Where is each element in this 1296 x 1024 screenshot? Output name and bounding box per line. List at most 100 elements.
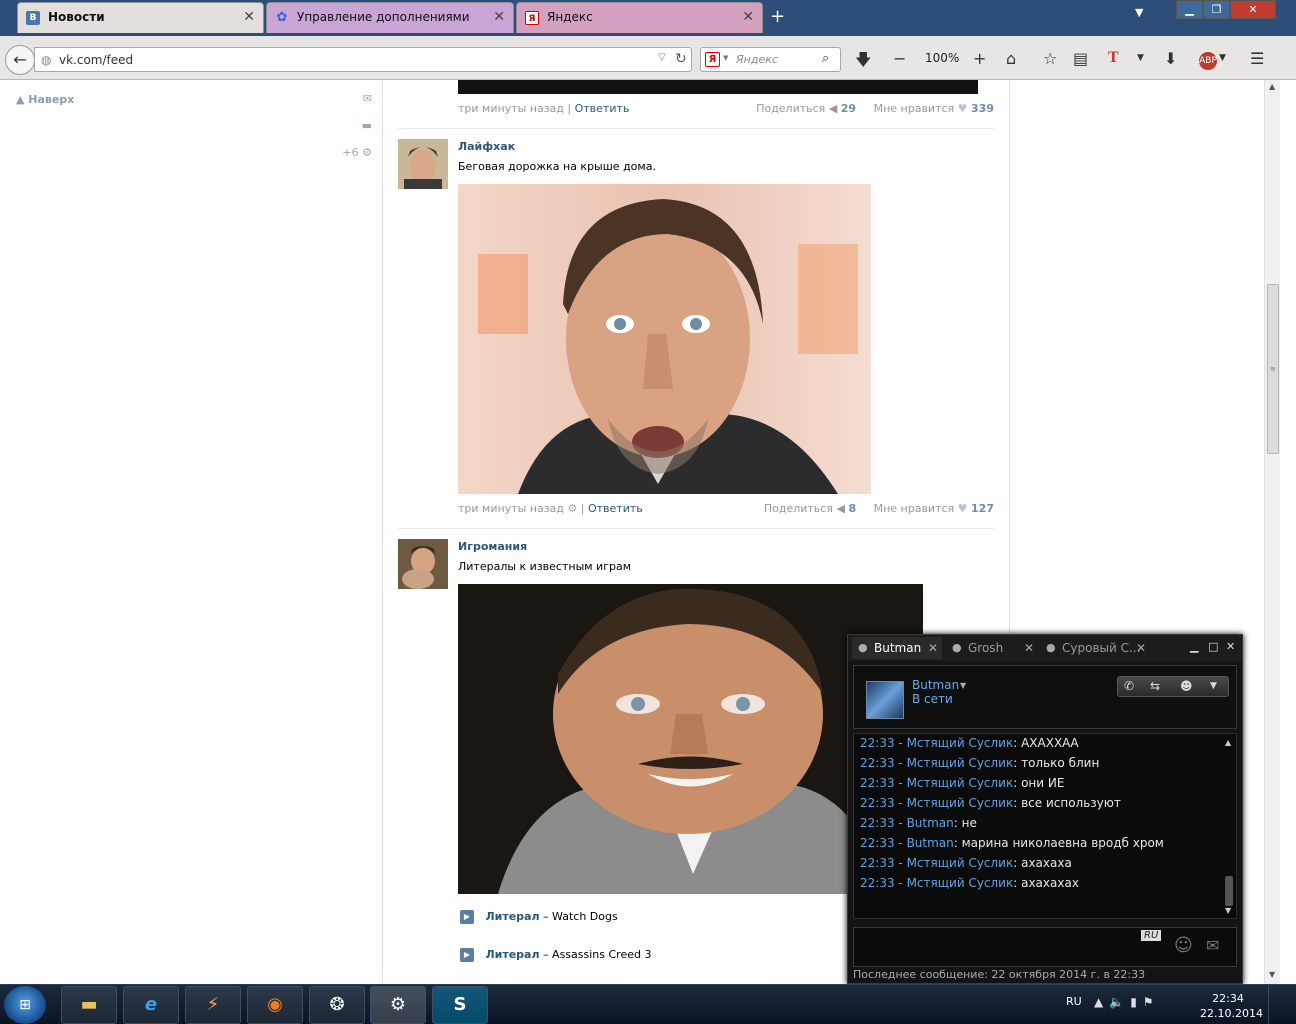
system-clock[interactable]: 22:34 22.10.2014 (1200, 991, 1263, 1021)
reply-link[interactable]: Ответить (588, 502, 643, 515)
message-sender[interactable]: Butman (907, 816, 954, 830)
scroll-to-top-button[interactable]: ▲ Наверх (16, 93, 74, 106)
video-attachment[interactable]: ▶ Литерал – Watch Dogs (460, 910, 618, 924)
media-player-taskbar-icon[interactable]: ⚡ (185, 986, 241, 1024)
play-icon[interactable]: ▶ (460, 910, 474, 924)
adblock-icon[interactable]: ABP (1199, 52, 1217, 70)
clipboard-icon[interactable]: ▤ (1073, 49, 1088, 68)
message-sender[interactable]: Мстящий Суслик (907, 756, 1014, 770)
like-button[interactable]: Мне нравится (874, 502, 955, 515)
yandex-logo-icon[interactable]: Я (705, 52, 720, 67)
firefox-taskbar-icon[interactable]: ◉ (247, 986, 303, 1024)
tray-expand-icon[interactable]: ▲ (1094, 995, 1109, 1009)
contact-name[interactable]: Butman (912, 678, 959, 692)
post-time[interactable]: три минуты назад (458, 502, 564, 515)
volume-icon[interactable]: 🔈 (1109, 995, 1130, 1009)
search-box[interactable]: Я ▼ Яндекс ⌕ (700, 47, 841, 72)
url-dropdown-icon[interactable]: ▽ (658, 52, 666, 63)
scroll-down-icon[interactable]: ▼ (1269, 970, 1275, 979)
chat-tab-butman[interactable]: ● Butman ✕ (852, 637, 942, 659)
chat-scrollbar[interactable]: ▲ ▼ (1223, 736, 1235, 916)
network-app-taskbar-icon[interactable]: ❂ (309, 986, 365, 1024)
post-author[interactable]: Лайфхак (458, 140, 515, 153)
tab-addons[interactable]: ✿ Управление дополнениями ✕ (266, 2, 514, 33)
more-dropdown-icon[interactable]: ▼ (1210, 681, 1217, 691)
internet-explorer-taskbar-icon[interactable]: e (123, 986, 179, 1024)
network-signal-icon[interactable]: ▮ (1130, 995, 1143, 1009)
post-photo[interactable] (458, 184, 871, 494)
play-icon[interactable]: ▶ (460, 948, 474, 962)
file-transfer-icon[interactable]: ⇆ (1150, 679, 1160, 693)
attachment-link[interactable]: Литерал (486, 948, 540, 961)
message-sender[interactable]: Мстящий Суслик (907, 856, 1014, 870)
scroll-up-icon[interactable]: ▲ (1225, 738, 1231, 747)
group-icon[interactable]: ☻ (1180, 679, 1193, 693)
close-tab-icon[interactable]: ✕ (1024, 637, 1034, 659)
message-input[interactable]: RU ☺ ✉ (853, 927, 1237, 967)
translate-dropdown-icon[interactable]: ▼ (1137, 53, 1144, 63)
maximize-chat-icon[interactable]: □ (1208, 640, 1218, 653)
magnifier-icon[interactable]: ⌕ (822, 51, 829, 66)
zoom-level[interactable]: 100% (925, 51, 959, 65)
zoom-out-icon[interactable]: − (893, 49, 906, 68)
skype-taskbar-icon[interactable]: S (432, 986, 488, 1024)
search-placeholder[interactable]: Яндекс (736, 53, 778, 66)
chat-tab-grosh[interactable]: ● Grosh ✕ (946, 637, 1038, 659)
like-button[interactable]: Мне нравится (874, 102, 955, 115)
reply-link[interactable]: Ответить (575, 102, 630, 115)
phone-icon[interactable]: ✆ (1124, 679, 1134, 693)
scroll-down-icon[interactable]: ▼ (1225, 906, 1231, 915)
address-bar[interactable]: ◍ vk.com/feed ▽ ↻ (34, 47, 692, 72)
engine-dropdown-icon[interactable]: ▼ (723, 54, 728, 62)
reload-icon[interactable]: ↻ (675, 51, 687, 67)
save-download-icon[interactable]: ⬇ (1164, 49, 1177, 68)
video-attachment[interactable]: ▶ Литерал – Assassins Creed 3 (460, 948, 651, 962)
close-tab-icon[interactable]: ✕ (493, 3, 505, 32)
minimize-chat-icon[interactable]: ▁ (1190, 640, 1198, 653)
menu-hamburger-icon[interactable]: ☰ (1250, 49, 1264, 68)
close-tab-icon[interactable]: ✕ (1136, 637, 1146, 659)
translate-t-icon[interactable]: T (1108, 49, 1119, 67)
adblock-dropdown-icon[interactable]: ▼ (1219, 53, 1226, 63)
tab-list-icon[interactable]: ▼ (1135, 6, 1143, 19)
post-time[interactable]: три минуты назад (458, 102, 564, 115)
close-tab-icon[interactable]: ✕ (243, 3, 255, 32)
home-icon[interactable]: ⌂ (1006, 49, 1016, 68)
close-tab-icon[interactable]: ✕ (742, 3, 754, 32)
gear-icon[interactable]: ⚙ (567, 502, 577, 515)
bookmark-star-icon[interactable]: ☆ (1043, 49, 1057, 68)
envelope-icon[interactable]: ✉ (340, 92, 372, 119)
scrollbar-thumb[interactable]: ≡ (1267, 284, 1279, 454)
back-arrow-icon[interactable]: ← (5, 45, 35, 75)
download-arrow-icon[interactable]: 🡇 (855, 49, 871, 76)
message-sender[interactable]: Мстящий Суслик (907, 736, 1014, 750)
attachment-link[interactable]: Литерал (486, 910, 540, 923)
tab-news[interactable]: В Новости ✕ (17, 2, 264, 33)
message-sender[interactable]: Butman (907, 836, 954, 850)
share-button[interactable]: Поделиться (764, 502, 833, 515)
action-center-flag-icon[interactable]: ⚑ (1143, 995, 1160, 1009)
new-tab-icon[interactable]: + (770, 6, 785, 27)
send-message-icon[interactable]: ✉ (1206, 936, 1219, 955)
close-chat-icon[interactable]: ✕ (1226, 640, 1235, 653)
zoom-in-icon[interactable]: + (973, 49, 986, 68)
url-text[interactable]: vk.com/feed (59, 53, 133, 67)
message-sender[interactable]: Мстящий Суслик (907, 876, 1014, 890)
minimize-window-icon[interactable]: ▁ (1176, 0, 1203, 19)
contact-avatar[interactable] (866, 681, 904, 719)
language-indicator[interactable]: RU (1066, 995, 1082, 1008)
avatar[interactable] (398, 539, 448, 589)
scrollbar-thumb[interactable] (1225, 876, 1233, 906)
message-sender[interactable]: Мстящий Суслик (907, 796, 1014, 810)
emoticon-icon[interactable]: ☺ (1174, 935, 1193, 956)
close-tab-icon[interactable]: ✕ (928, 637, 938, 659)
close-window-icon[interactable]: ✕ (1230, 0, 1276, 19)
comment-icon[interactable]: ▬ (340, 119, 372, 146)
avatar[interactable] (398, 139, 448, 189)
restore-window-icon[interactable]: ❐ (1203, 0, 1230, 19)
page-scrollbar[interactable]: ▲ ≡ ▼ (1264, 80, 1280, 984)
steam-taskbar-icon[interactable]: ⚙ (370, 986, 426, 1024)
post-photo[interactable] (458, 80, 978, 94)
share-button[interactable]: Поделиться (756, 102, 825, 115)
scroll-up-icon[interactable]: ▲ (1269, 82, 1275, 91)
